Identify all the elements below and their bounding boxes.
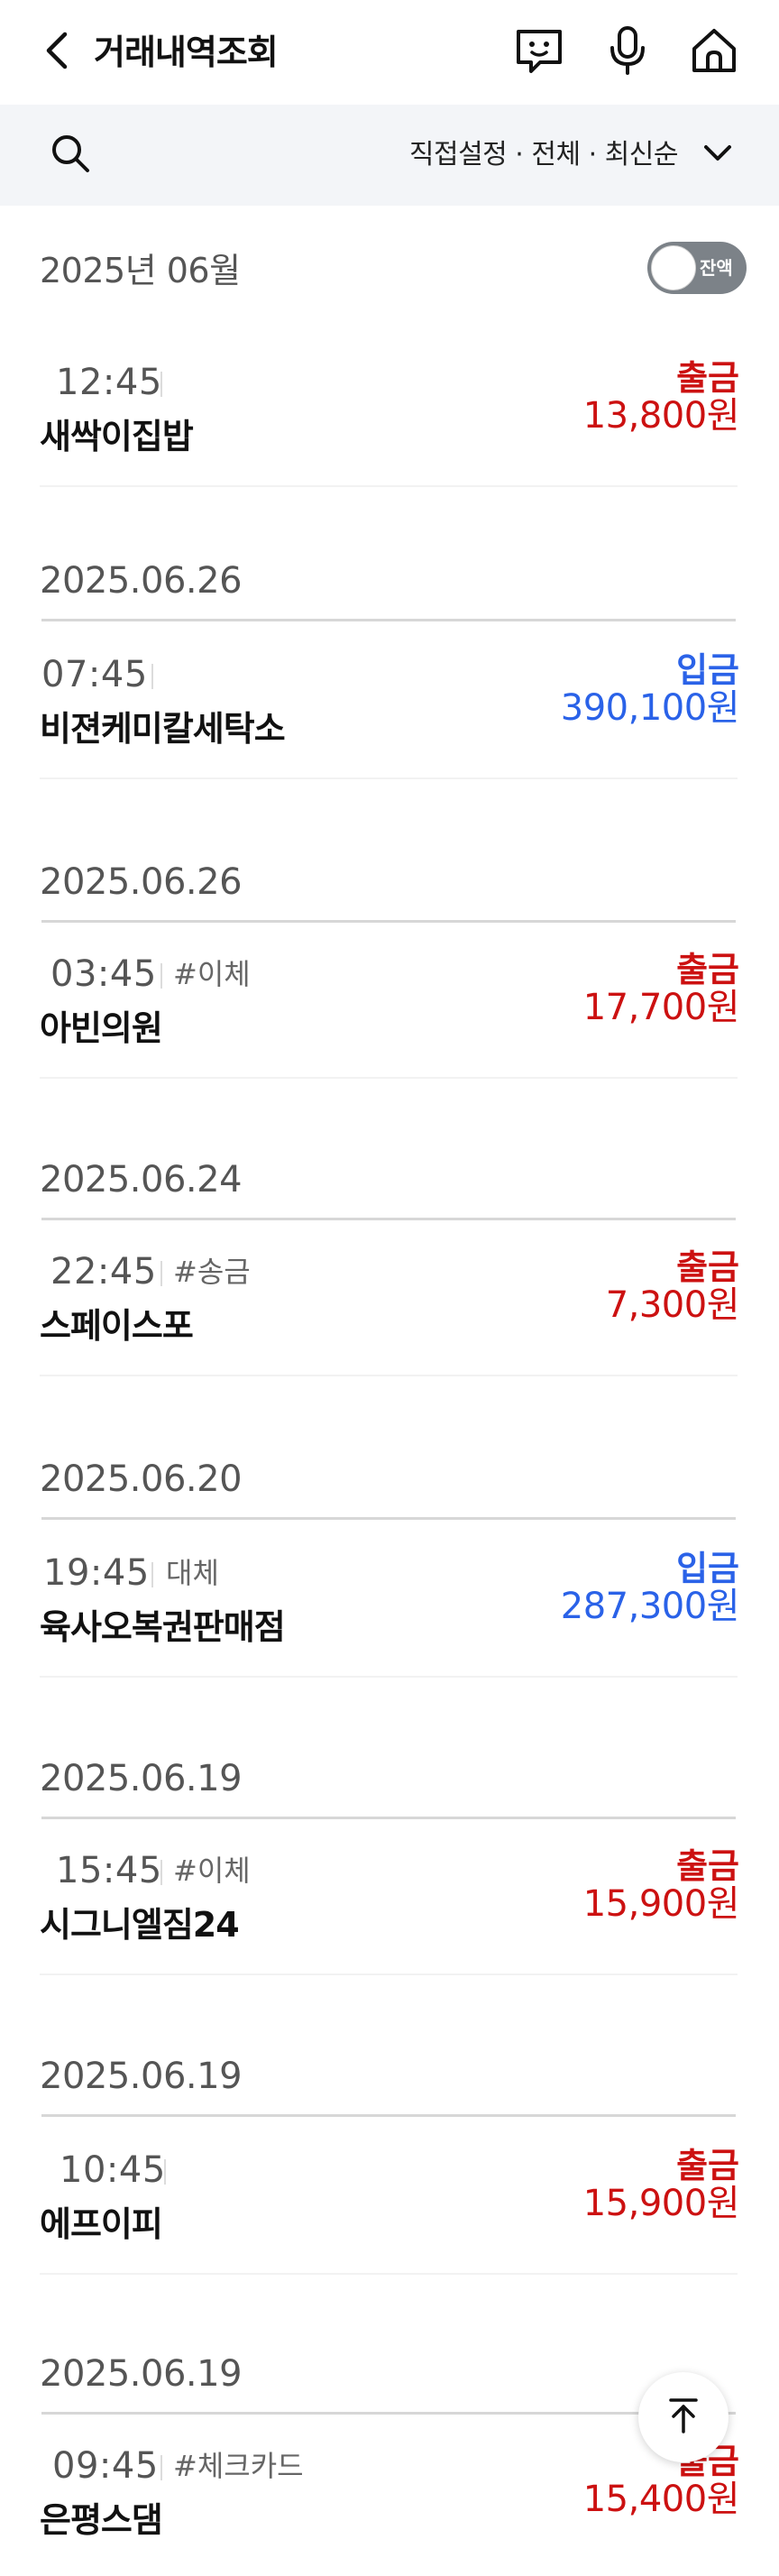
divider	[160, 372, 162, 397]
date-divider	[41, 1218, 736, 1220]
transaction-time: 12:45	[56, 362, 162, 403]
row-separator	[40, 2273, 738, 2275]
transaction-time: 19:45	[43, 1552, 150, 1594]
transaction-time: 03:45	[50, 953, 157, 995]
date-label: 2025.06.19	[40, 2353, 243, 2395]
row-separator	[40, 1676, 738, 1678]
transaction-item[interactable]: 22:45 #송금 스페이스포 출금 7,300원	[40, 1247, 740, 1382]
merchant-name: 에프이피	[40, 2204, 163, 2244]
merchant-name: 육사오복권판매점	[40, 1607, 286, 1647]
transaction-tag: #이체	[173, 957, 251, 991]
transaction-time: 07:45	[41, 654, 148, 695]
merchant-name: 새싹이집밥	[40, 417, 194, 456]
date-label: 2025.06.26	[40, 861, 243, 903]
date-header: 2025.06.20	[40, 1454, 736, 1520]
filter-dropdown-button[interactable]	[696, 135, 739, 175]
date-divider	[41, 920, 736, 923]
divider	[151, 664, 153, 689]
month-label: 2025년 06월	[40, 251, 241, 290]
chevron-down-icon	[702, 143, 733, 167]
transaction-amount: 13,800원	[582, 395, 740, 437]
transaction-tag: #송금	[173, 1255, 251, 1289]
scroll-to-top-button[interactable]	[638, 2372, 729, 2462]
date-header: 2025.06.26	[40, 556, 736, 621]
date-divider	[41, 2114, 736, 2117]
merchant-name: 은평스댐	[40, 2500, 163, 2540]
date-header: 2025.06.19	[40, 1753, 736, 1819]
transaction-tag: 대체	[166, 1556, 219, 1590]
transaction-time: 15:45	[56, 1850, 162, 1891]
date-divider	[41, 1817, 736, 1819]
row-separator	[40, 777, 738, 779]
chatbot-icon	[513, 26, 565, 78]
row-separator	[40, 1375, 738, 1376]
balance-toggle[interactable]: 잔액	[647, 242, 747, 294]
chatbot-button[interactable]	[510, 23, 568, 81]
row-separator	[40, 485, 738, 487]
transaction-item[interactable]: 19:45 대체 육사오복권판매점 입금 287,300원	[40, 1548, 740, 1683]
transaction-amount: 390,100원	[560, 687, 740, 729]
transaction-item[interactable]: 09:45 #체크카드 은평스댐 출금 15,400원	[40, 2441, 740, 2576]
search-icon	[50, 133, 91, 178]
filter-summary[interactable]: 직접설정 · 전체 · 최신순	[409, 135, 679, 175]
transaction-amount: 15,400원	[582, 2479, 740, 2520]
back-icon	[41, 29, 72, 76]
row-separator	[40, 1077, 738, 1079]
date-label: 2025.06.19	[40, 1758, 243, 1799]
transaction-tag: #체크카드	[173, 2449, 304, 2483]
date-header: 2025.06.26	[40, 857, 736, 923]
divider	[160, 1860, 162, 1885]
date-divider	[41, 2412, 736, 2415]
home-icon	[689, 25, 739, 79]
home-button[interactable]	[685, 23, 743, 81]
back-button[interactable]	[32, 25, 81, 79]
date-label: 2025.06.20	[40, 1458, 243, 1500]
date-header: 2025.06.19	[40, 2051, 736, 2117]
divider	[160, 963, 162, 989]
date-header: 2025.06.19	[40, 2349, 736, 2415]
app-header: 거래내역조회	[0, 0, 779, 105]
merchant-name: 시그니엘짐24	[40, 1905, 240, 1945]
divider	[160, 1261, 162, 1286]
date-label: 2025.06.26	[40, 560, 243, 602]
transaction-amount: 17,700원	[582, 987, 740, 1028]
merchant-name: 비젼케미칼세탁소	[40, 709, 286, 749]
transaction-time: 09:45	[52, 2445, 159, 2487]
transaction-amount: 7,300원	[605, 1284, 740, 1326]
row-separator	[40, 1973, 738, 1975]
divider	[164, 2159, 166, 2185]
transaction-amount: 15,900원	[582, 2183, 740, 2224]
transaction-amount: 15,900원	[582, 1883, 740, 1925]
transaction-item[interactable]: 10:45 에프이피 출금 15,900원	[40, 2145, 740, 2280]
date-divider	[41, 1517, 736, 1520]
transaction-item[interactable]: 15:45 #이체 시그니엘짐24 출금 15,900원	[40, 1845, 740, 1981]
transaction-item[interactable]: 03:45 #이체 아빈의원 출금 17,700원	[40, 949, 740, 1084]
divider	[160, 2455, 162, 2480]
divider	[151, 1562, 153, 1587]
merchant-name: 아빈의원	[40, 1008, 163, 1048]
transaction-amount: 287,300원	[560, 1586, 740, 1627]
transaction-time: 22:45	[50, 1251, 157, 1293]
date-header: 2025.06.24	[40, 1155, 736, 1220]
search-button[interactable]	[45, 130, 96, 180]
transaction-item[interactable]: 07:45 비젼케미칼세탁소 입금 390,100원	[40, 649, 740, 785]
page-title: 거래내역조회	[94, 32, 279, 72]
transaction-item[interactable]: 12:45 새싹이집밥 출금 13,800원	[40, 357, 740, 492]
date-divider	[41, 619, 736, 621]
date-label: 2025.06.19	[40, 2056, 243, 2097]
date-label: 2025.06.24	[40, 1159, 243, 1201]
balance-toggle-label: 잔액	[700, 257, 733, 279]
filter-bar: 직접설정 · 전체 · 최신순	[0, 105, 779, 206]
merchant-name: 스페이스포	[40, 1306, 194, 1346]
voice-button[interactable]	[599, 23, 656, 81]
transaction-tag: #이체	[173, 1854, 251, 1888]
toggle-knob	[651, 245, 696, 290]
transaction-time: 10:45	[60, 2149, 166, 2191]
microphone-icon	[605, 24, 650, 80]
arrow-up-icon	[665, 2396, 701, 2439]
